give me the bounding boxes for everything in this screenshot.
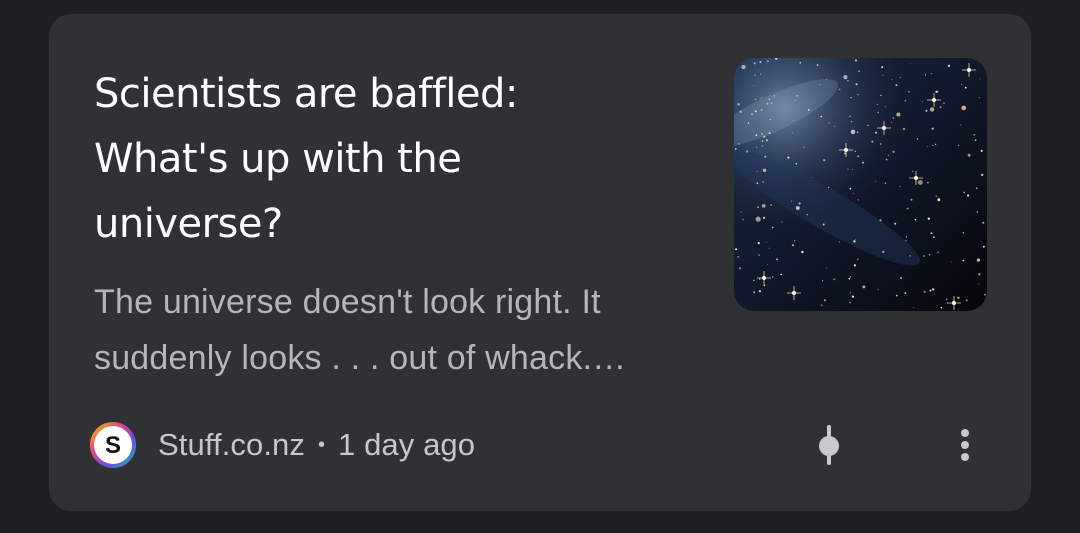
more-vert-icon [961,429,969,461]
logo-letter: S [105,432,121,459]
headline[interactable]: Scientists are baffled: What's up with t… [94,62,654,257]
source-name[interactable]: Stuff.co.nz [158,427,305,463]
stuff-logo-icon: S [90,422,136,468]
snippet: The universe doesn't look right. It sudd… [94,283,627,377]
tune-icon [819,425,839,465]
tune-button[interactable] [799,415,859,475]
news-card[interactable]: Scientists are baffled: What's up with t… [49,14,1031,511]
publish-age: 1 day ago [338,427,476,462]
thumbnail-image[interactable] [734,58,987,311]
more-options-button[interactable] [935,415,995,475]
starfield-image [734,58,987,311]
meta-separator: • [318,433,326,456]
source-row[interactable]: S Stuff.co.nz • 1 day ago [90,420,475,470]
